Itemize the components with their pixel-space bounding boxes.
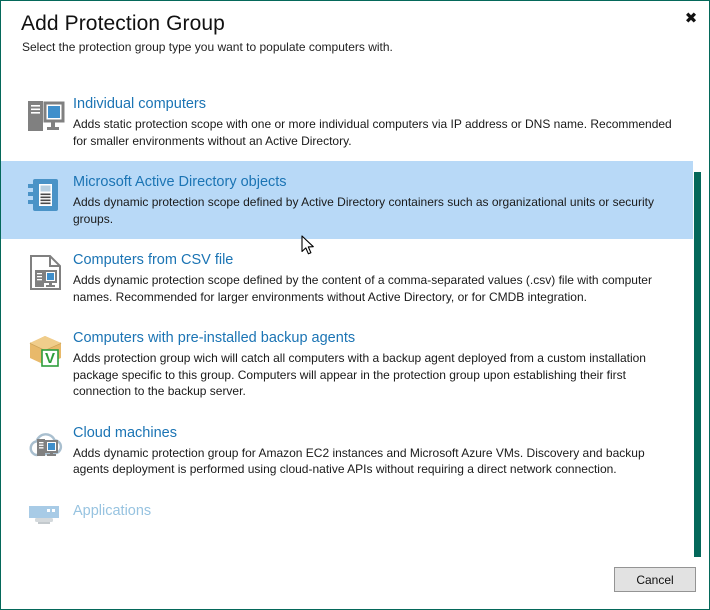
close-icon[interactable]: ✖	[680, 7, 702, 29]
list-item-title[interactable]: Computers from CSV file	[73, 251, 674, 269]
list-item-title[interactable]: Computers with pre-installed backup agen…	[73, 329, 674, 347]
list-item-title[interactable]: Microsoft Active Directory objects	[73, 173, 674, 191]
list-item-text: Computers from CSV file Adds dynamic pro…	[71, 251, 674, 305]
list-item-individual-computers[interactable]: Individual computers Adds static protect…	[1, 83, 698, 161]
list-item-text: Microsoft Active Directory objects Adds …	[71, 173, 674, 227]
list-item-text: Individual computers Adds static protect…	[71, 95, 674, 149]
list-item-title[interactable]: Cloud machines	[73, 424, 674, 442]
svg-text:V: V	[45, 350, 55, 367]
cloud-machines-icon	[19, 426, 71, 472]
cancel-button[interactable]: Cancel	[614, 567, 696, 592]
list-item-description: Adds static protection scope with one or…	[73, 117, 672, 148]
active-directory-icon	[19, 175, 71, 221]
list-item-active-directory-objects[interactable]: Microsoft Active Directory objects Adds …	[1, 161, 698, 239]
package-agent-icon: V	[19, 331, 71, 377]
list-item-title[interactable]: Applications	[73, 502, 674, 520]
dialog-header: Add Protection Group Select the protecti…	[1, 1, 709, 73]
list-item-text: Applications	[71, 502, 674, 523]
list-item-text: Computers with pre-installed backup agen…	[71, 329, 674, 400]
page-subtitle: Select the protection group type you wan…	[22, 40, 393, 54]
list-item-title[interactable]: Individual computers	[73, 95, 674, 113]
csv-file-icon	[19, 253, 71, 299]
list-item-description: Adds dynamic protection scope defined by…	[73, 195, 654, 226]
page-title: Add Protection Group	[21, 12, 225, 35]
scrollbar-thumb[interactable]	[694, 172, 701, 591]
list-item-description: Adds protection group wich will catch al…	[73, 351, 646, 398]
list-item-computers-from-csv[interactable]: Computers from CSV file Adds dynamic pro…	[1, 239, 698, 317]
list-item-applications[interactable]: Applications	[1, 490, 698, 560]
list-item-text: Cloud machines Adds dynamic protection g…	[71, 424, 674, 478]
protection-group-type-list: Individual computers Adds static protect…	[1, 83, 698, 559]
list-item-description: Adds dynamic protection scope defined by…	[73, 273, 652, 304]
add-protection-group-dialog: Add Protection Group Select the protecti…	[0, 0, 710, 610]
applications-rack-icon	[19, 504, 71, 550]
list-item-cloud-machines[interactable]: Cloud machines Adds dynamic protection g…	[1, 412, 698, 490]
desktop-computer-icon	[19, 97, 71, 143]
list-item-description: Adds dynamic protection group for Amazon…	[73, 445, 645, 477]
vertical-scrollbar[interactable]	[693, 83, 706, 591]
dialog-footer: Cancel	[1, 557, 709, 609]
list-item-preinstalled-agents[interactable]: V Computers with pre-installed backup ag…	[1, 317, 698, 412]
